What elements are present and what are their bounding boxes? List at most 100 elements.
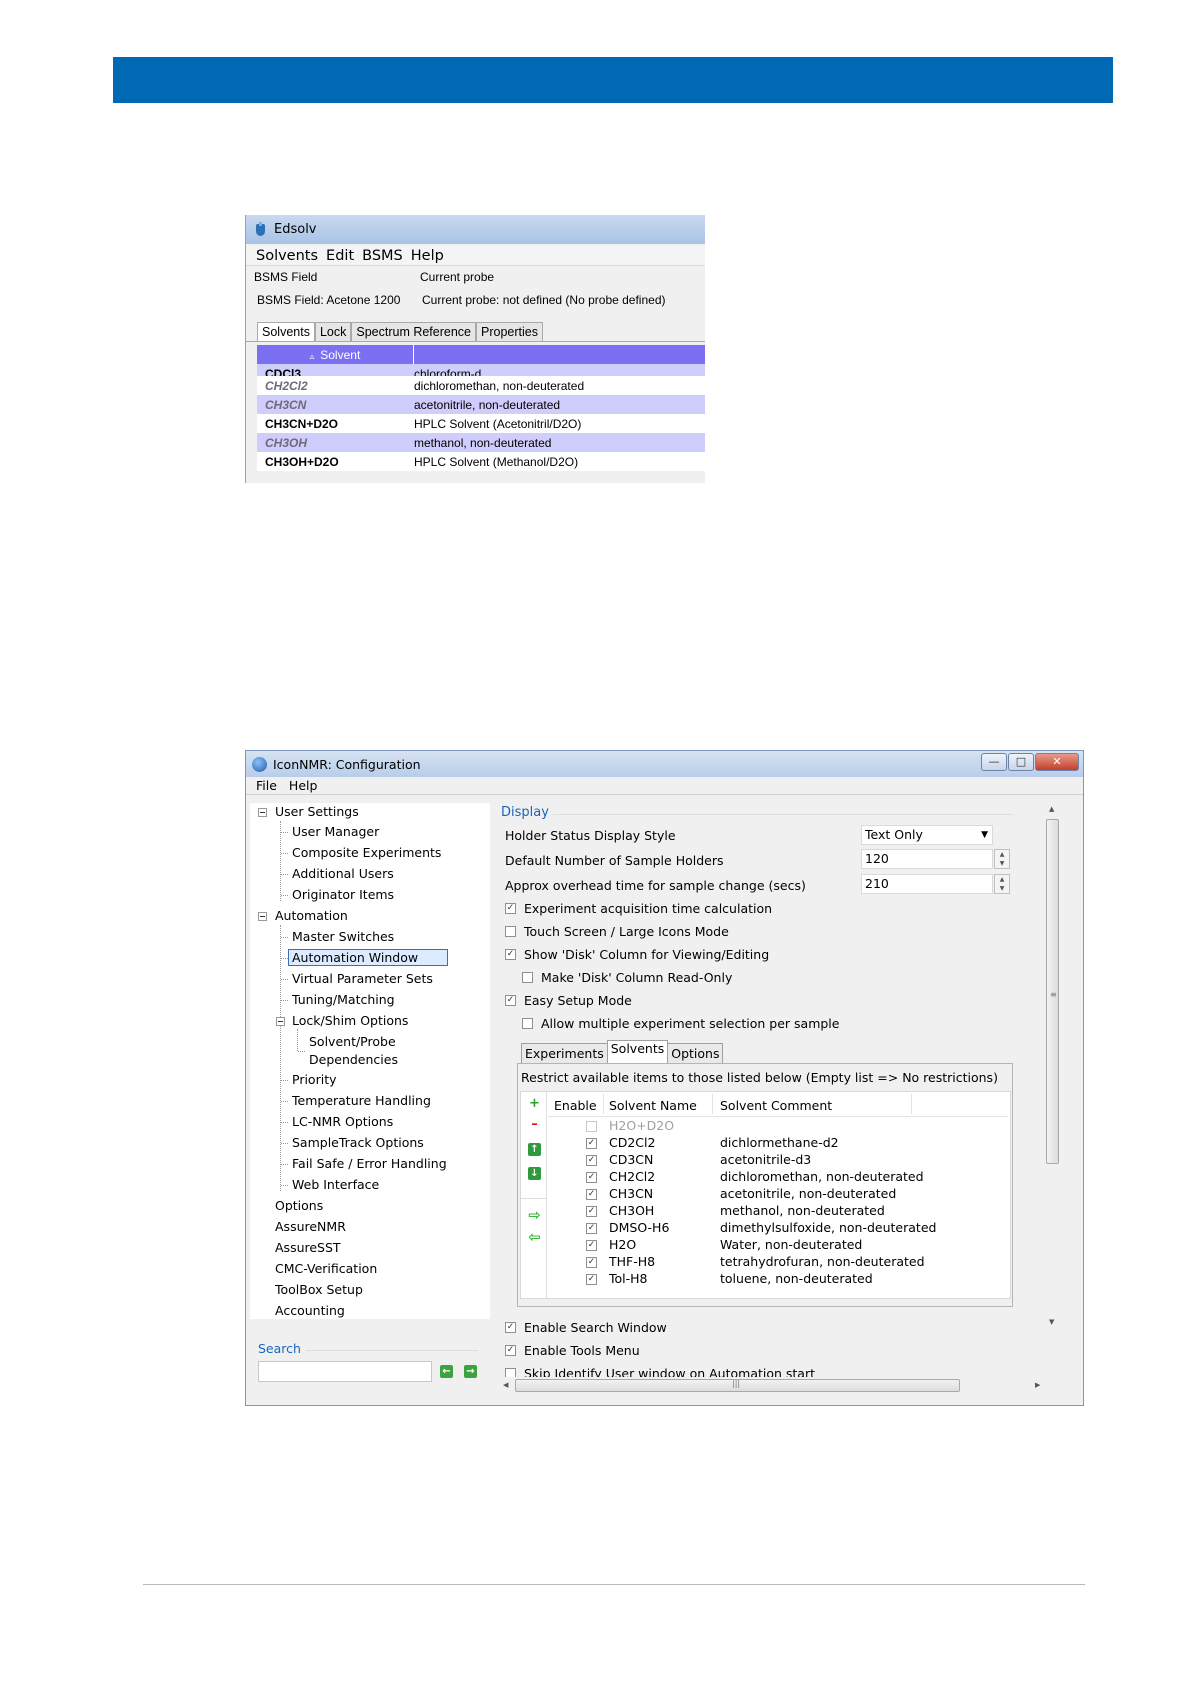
stepper-up-icon[interactable]: ▲ (995, 850, 1009, 859)
menu-file[interactable]: File (256, 778, 277, 793)
table-row[interactable]: CH3CN+D2O HPLC Solvent (Acetonitril/D2O) (257, 414, 705, 433)
tab-experiments[interactable]: Experiments (521, 1043, 608, 1064)
tree-item-automation-window[interactable]: Automation Window (288, 949, 448, 966)
menu-solvents[interactable]: Solvents (256, 248, 318, 264)
menu-help[interactable]: Help (411, 248, 444, 264)
scroll-down-icon[interactable]: ▼ (1049, 1318, 1054, 1326)
tree-item-lock-shim-options[interactable]: Lock/Shim Options (292, 1013, 408, 1028)
tree-item-automation[interactable]: Automation (275, 908, 348, 923)
checkbox-box[interactable]: ✓ (505, 903, 516, 914)
checkbox-box[interactable] (522, 1018, 533, 1029)
table-row[interactable]: ✓ DMSO-H6 dimethylsulfoxide, non-deutera… (551, 1220, 1040, 1237)
tree-item-composite-experiments[interactable]: Composite Experiments (292, 845, 441, 860)
tab-options[interactable]: Options (667, 1043, 724, 1064)
checkbox-enable-search-window[interactable]: ✓ Enable Search Window (505, 1320, 667, 1335)
checkbox-box[interactable]: ✓ (505, 995, 516, 1006)
table-row[interactable]: CH3OH+D2O HPLC Solvent (Methanol/D2O) (257, 452, 705, 471)
checkbox-box[interactable] (522, 972, 533, 983)
search-input[interactable] (258, 1361, 432, 1382)
tab-properties[interactable]: Properties (476, 322, 543, 341)
table-row[interactable]: CDCl3 chloroform-d (257, 364, 705, 376)
checkbox-show-disk-column[interactable]: ✓ Show 'Disk' Column for Viewing/Editing (505, 947, 769, 962)
enable-checkbox[interactable]: ✓ (586, 1189, 597, 1200)
horizontal-scroll-thumb[interactable]: ||| (515, 1379, 960, 1392)
overhead-time-stepper[interactable]: ▲ ▼ (994, 874, 1010, 894)
enable-checkbox[interactable]: ✓ (586, 1138, 597, 1149)
tree-item-virtual-parameter-sets[interactable]: Virtual Parameter Sets (292, 971, 433, 986)
table-row[interactable]: ✓ CH3CN acetonitrile, non-deuterated (551, 1186, 1040, 1203)
column-header-solvent-name[interactable]: Solvent Name (609, 1098, 697, 1113)
tree-item-user-settings[interactable]: User Settings (275, 804, 359, 819)
table-row[interactable]: CH3OH methanol, non-deuterated (257, 433, 705, 452)
search-previous-icon[interactable]: ← (440, 1365, 453, 1378)
tree-item-tuning-matching[interactable]: Tuning/Matching (292, 992, 395, 1007)
tree-item-assurenmr[interactable]: AssureNMR (275, 1219, 346, 1234)
tree-item-master-switches[interactable]: Master Switches (292, 929, 394, 944)
tree-item-solvent-probe[interactable]: Solvent/Probe (309, 1034, 396, 1049)
enable-checkbox[interactable] (586, 1121, 597, 1132)
remove-icon[interactable]: – (528, 1118, 541, 1131)
checkbox-enable-tools-menu[interactable]: ✓ Enable Tools Menu (505, 1343, 640, 1358)
overhead-time-field[interactable]: 210 (861, 874, 993, 894)
tree-item-lc-nmr-options[interactable]: LC-NMR Options (292, 1114, 393, 1129)
tab-solvents[interactable]: Solvents (257, 322, 315, 341)
menu-bsms[interactable]: BSMS (362, 248, 403, 264)
table-row[interactable]: H2O+D2O (551, 1118, 1040, 1135)
table-row[interactable]: CH3CN acetonitrile, non-deuterated (257, 395, 705, 414)
minimize-button[interactable]: — (981, 753, 1007, 771)
checkbox-box[interactable]: ✓ (505, 1322, 516, 1333)
enable-checkbox[interactable]: ✓ (586, 1206, 597, 1217)
scroll-right-icon[interactable]: ▶ (1035, 1381, 1040, 1389)
search-next-icon[interactable]: → (464, 1365, 477, 1378)
tree-item-options[interactable]: Options (275, 1198, 323, 1213)
column-header-enable[interactable]: Enable (554, 1098, 597, 1113)
stepper-down-icon[interactable]: ▼ (995, 884, 1009, 893)
scroll-up-icon[interactable]: ▲ (1049, 805, 1054, 813)
enable-checkbox[interactable]: ✓ (586, 1274, 597, 1285)
move-down-icon[interactable]: ↓ (528, 1167, 541, 1180)
tab-solvents[interactable]: Solvents (606, 1040, 669, 1064)
maximize-button[interactable]: □ (1008, 753, 1034, 771)
close-button[interactable]: ✕ (1035, 753, 1079, 771)
tree-item-cmc-verification[interactable]: CMC-Verification (275, 1261, 377, 1276)
menu-edit[interactable]: Edit (326, 248, 354, 264)
export-right-icon[interactable]: ⇨ (528, 1208, 541, 1223)
table-row[interactable]: ✓ THF-H8 tetrahydrofuran, non-deuterated (551, 1254, 1040, 1271)
tree-item-web-interface[interactable]: Web Interface (292, 1177, 379, 1192)
enable-checkbox[interactable]: ✓ (586, 1257, 597, 1268)
tree-item-toolbox-setup[interactable]: ToolBox Setup (275, 1282, 363, 1297)
enable-checkbox[interactable]: ✓ (586, 1155, 597, 1166)
move-up-icon[interactable]: ↑ (528, 1143, 541, 1156)
table-row[interactable]: CH2Cl2 dichloromethan, non-deuterated (257, 376, 705, 395)
checkbox-acquisition-time[interactable]: ✓ Experiment acquisition time calculation (505, 901, 772, 916)
collapse-icon[interactable] (276, 1017, 285, 1026)
enable-checkbox[interactable]: ✓ (586, 1223, 597, 1234)
enable-checkbox[interactable]: ✓ (586, 1172, 597, 1183)
vertical-scrollbar[interactable]: ▲ ≡ ▼ (1044, 803, 1062, 1331)
table-row[interactable]: ✓ CD3CN acetonitrile-d3 (551, 1152, 1040, 1169)
tree-item-additional-users[interactable]: Additional Users (292, 866, 394, 881)
import-left-icon[interactable]: ⇦ (528, 1230, 541, 1245)
table-row[interactable]: ✓ Tol-H8 toluene, non-deuterated (551, 1271, 1040, 1288)
table-row[interactable]: ✓ CH3OH methanol, non-deuterated (551, 1203, 1040, 1220)
tree-item-user-manager[interactable]: User Manager (292, 824, 379, 839)
checkbox-easy-setup[interactable]: ✓ Easy Setup Mode (505, 993, 632, 1008)
stepper-down-icon[interactable]: ▼ (995, 859, 1009, 868)
column-header-solvent[interactable]: ▵ Solvent (257, 345, 414, 364)
scroll-left-icon[interactable]: ◀ (503, 1381, 508, 1389)
table-row[interactable]: ✓ H2O Water, non-deuterated (551, 1237, 1040, 1254)
checkbox-box[interactable]: ✓ (505, 949, 516, 960)
holder-status-dropdown[interactable]: Text Only (861, 825, 993, 845)
tree-item-dependencies[interactable]: Dependencies (309, 1052, 398, 1067)
add-icon[interactable]: + (528, 1097, 541, 1110)
tree-item-assuresst[interactable]: AssureSST (275, 1240, 341, 1255)
tree-item-temperature-handling[interactable]: Temperature Handling (292, 1093, 431, 1108)
enable-checkbox[interactable]: ✓ (586, 1240, 597, 1251)
checkbox-disk-read-only[interactable]: Make 'Disk' Column Read-Only (522, 970, 732, 985)
horizontal-scrollbar[interactable]: ◀ ||| ▶ (499, 1377, 1047, 1395)
column-header-solvent-comment[interactable]: Solvent Comment (720, 1098, 832, 1113)
checkbox-box[interactable]: ✓ (505, 1345, 516, 1356)
checkbox-box[interactable] (505, 926, 516, 937)
default-holders-field[interactable]: 120 (861, 849, 993, 869)
tab-spectrum-reference[interactable]: Spectrum Reference (351, 322, 476, 341)
